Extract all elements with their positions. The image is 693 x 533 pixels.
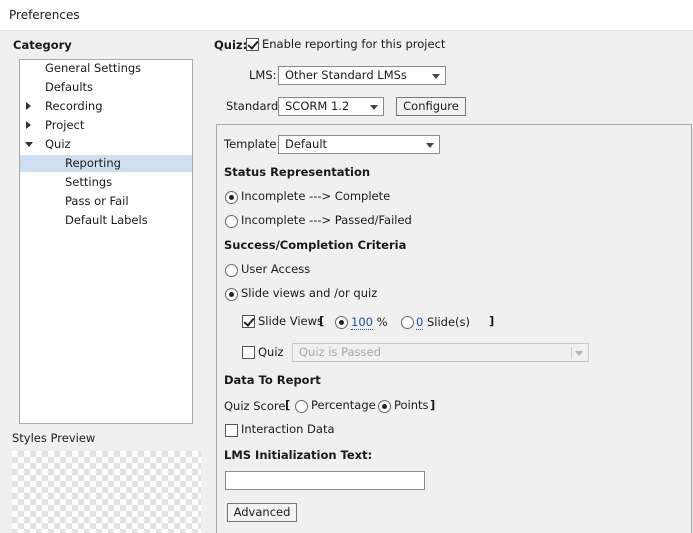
standard-select-value: SCORM 1.2 — [285, 99, 350, 113]
interaction-data-label[interactable]: Interaction Data — [241, 422, 335, 436]
expand-arrow-icon[interactable] — [26, 121, 31, 129]
status-passed-failed-label[interactable]: Incomplete ---> Passed/Failed — [241, 213, 412, 227]
quiz-criteria-select-value: Quiz is Passed — [299, 345, 381, 359]
percent-value[interactable]: 100 — [351, 315, 373, 330]
tree-item-defaults[interactable]: Defaults — [20, 79, 192, 96]
window-title: Preferences — [9, 8, 80, 22]
slide-views-quiz-radio[interactable] — [225, 288, 238, 301]
quiz-criteria-label[interactable]: Quiz — [258, 345, 284, 359]
lms-select-value: Other Standard LMSs — [285, 68, 407, 82]
configure-button[interactable]: Configure — [396, 97, 466, 116]
quiz-criteria-select: Quiz is Passed — [292, 343, 589, 362]
status-heading: Status Representation — [224, 165, 371, 179]
enable-reporting-label[interactable]: Enable reporting for this project — [262, 37, 445, 51]
slides-value[interactable]: 0 — [416, 315, 424, 330]
tree-item-settings[interactable]: Settings — [20, 174, 192, 191]
lms-init-heading: LMS Initialization Text: — [224, 448, 373, 462]
slide-views-label[interactable]: Slide Views — [258, 314, 323, 328]
slides-radio[interactable] — [401, 316, 414, 329]
slides-label: Slide(s) — [426, 315, 471, 329]
lms-init-text-input[interactable] — [225, 471, 425, 490]
tree-item-label: Settings — [65, 175, 113, 189]
quiz-criteria-checkbox[interactable] — [242, 346, 255, 359]
tree-item-project[interactable]: Project — [20, 117, 192, 134]
standard-label: Standard: — [226, 99, 283, 113]
template-label: Template: — [224, 137, 281, 151]
collapse-arrow-icon[interactable] — [25, 142, 33, 147]
slides-value-wrap: 0 Slide(s) — [416, 315, 471, 330]
tree-item-label: Project — [45, 118, 85, 132]
interaction-data-checkbox[interactable] — [225, 424, 238, 437]
percentage-radio[interactable] — [295, 400, 308, 413]
percent-value-wrap: 100 % — [351, 315, 388, 330]
styles-preview — [12, 451, 201, 533]
user-access-radio[interactable] — [225, 264, 238, 277]
criteria-heading: Success/Completion Criteria — [224, 238, 407, 252]
chevron-down-icon — [370, 105, 378, 110]
tree-item-default-labels[interactable]: Default Labels — [20, 212, 192, 229]
status-complete-radio[interactable] — [225, 191, 238, 204]
expand-arrow-icon[interactable] — [26, 102, 31, 110]
lms-select[interactable]: Other Standard LMSs — [278, 66, 446, 85]
slide-views-quiz-label[interactable]: Slide views and /or quiz — [241, 286, 377, 300]
close-bracket: ] — [430, 398, 436, 412]
open-bracket: [ — [319, 314, 325, 328]
data-to-report-heading: Data To Report — [224, 373, 321, 387]
chevron-down-icon — [426, 143, 434, 148]
quiz-label: Quiz: — [214, 38, 248, 52]
status-passed-failed-radio[interactable] — [225, 215, 238, 228]
close-bracket: ] — [489, 314, 495, 328]
template-select-value: Default — [285, 137, 328, 151]
tree-item-reporting[interactable]: Reporting — [20, 155, 192, 172]
tree-item-label: Recording — [45, 99, 103, 113]
lms-label: LMS: — [249, 68, 277, 82]
tree-item-label: Defaults — [45, 80, 94, 94]
tree-item-recording[interactable]: Recording — [20, 98, 192, 115]
status-complete-label[interactable]: Incomplete ---> Complete — [241, 189, 390, 203]
category-label: Category — [13, 38, 72, 52]
slide-views-checkbox[interactable] — [242, 315, 255, 328]
tree-item-pass-or-fail[interactable]: Pass or Fail — [20, 193, 192, 210]
percentage-label[interactable]: Percentage — [311, 398, 376, 412]
tree-item-label: Pass or Fail — [65, 194, 129, 208]
title-bar: Preferences — [0, 0, 693, 31]
standard-select[interactable]: SCORM 1.2 — [278, 97, 384, 116]
tree-item-general-settings[interactable]: General Settings — [20, 60, 192, 77]
template-select[interactable]: Default — [278, 135, 440, 154]
points-radio[interactable] — [378, 400, 391, 413]
styles-preview-label: Styles Preview — [12, 431, 96, 445]
chevron-down-icon — [575, 351, 583, 356]
open-bracket: [ — [285, 398, 291, 412]
tree-item-label: Quiz — [45, 137, 71, 151]
category-tree[interactable]: General Settings Defaults Recording Proj… — [19, 59, 193, 424]
chevron-down-icon — [432, 74, 440, 79]
percent-radio[interactable] — [335, 316, 348, 329]
tree-item-label: General Settings — [45, 61, 142, 75]
percent-sign: % — [376, 315, 388, 329]
tree-item-quiz[interactable]: Quiz — [20, 136, 192, 153]
tree-item-label: Default Labels — [65, 213, 148, 227]
user-access-label[interactable]: User Access — [241, 262, 310, 276]
quiz-score-label: Quiz Score — [224, 399, 286, 413]
tree-item-label: Reporting — [65, 156, 121, 170]
divider — [571, 347, 572, 359]
points-label[interactable]: Points — [394, 398, 429, 412]
advanced-button[interactable]: Advanced — [227, 503, 297, 522]
enable-reporting-checkbox[interactable] — [246, 38, 259, 51]
